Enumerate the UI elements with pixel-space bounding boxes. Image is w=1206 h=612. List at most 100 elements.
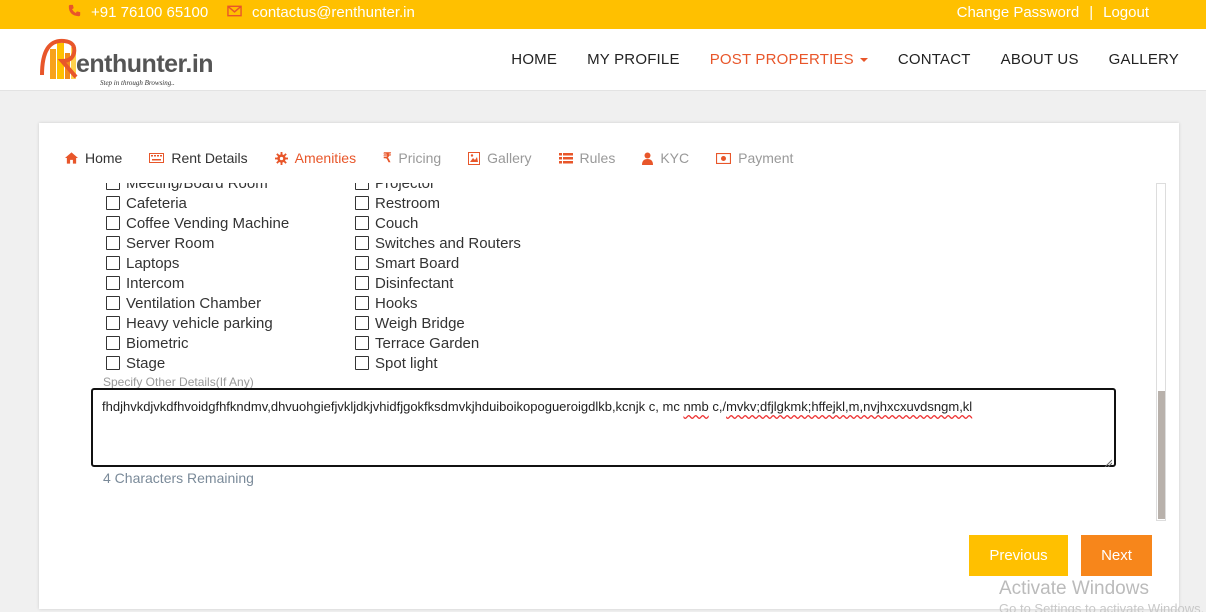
amenity-checkbox[interactable]: Server Room xyxy=(106,233,214,253)
checkbox[interactable] xyxy=(355,216,369,230)
previous-button[interactable]: Previous xyxy=(969,535,1068,576)
nav-my-profile[interactable]: MY PROFILE xyxy=(587,51,680,68)
amenity-checkbox[interactable]: Hooks xyxy=(355,293,418,313)
tab-pricing-label: Pricing xyxy=(398,150,442,166)
textarea-misspelled-word: nmb xyxy=(683,399,709,414)
checkbox[interactable] xyxy=(106,296,120,310)
amenity-checkbox[interactable]: Stage xyxy=(106,353,165,373)
phone-icon xyxy=(68,4,81,21)
amenities-scroll-panel: Meeting/Board Room Cafeteria Coffee Vend… xyxy=(51,183,1168,521)
nav-about-us[interactable]: ABOUT US xyxy=(1001,51,1079,68)
amenity-label: Disinfectant xyxy=(375,274,454,292)
checkbox[interactable] xyxy=(106,256,120,270)
checkbox[interactable] xyxy=(355,356,369,370)
amenity-label: Ventilation Chamber xyxy=(126,294,262,312)
checkbox[interactable] xyxy=(106,316,120,330)
checkbox[interactable] xyxy=(106,196,120,210)
checkbox[interactable] xyxy=(355,316,369,330)
money-icon xyxy=(716,152,732,164)
amenity-checkbox[interactable]: Ventilation Chamber xyxy=(106,293,261,313)
checkbox[interactable] xyxy=(355,276,369,290)
logout-link[interactable]: Logout xyxy=(1103,4,1149,21)
email-address[interactable]: contactus@renthunter.in xyxy=(252,4,415,21)
amenity-label: Terrace Garden xyxy=(375,334,480,352)
top-contact-bar: +91 76100 65100 contactus@renthunter.in … xyxy=(0,0,1206,29)
activate-windows-watermark: Activate Windows xyxy=(999,578,1149,599)
amenity-label: Meeting/Board Room xyxy=(126,183,268,192)
change-password-link[interactable]: Change Password xyxy=(957,4,1080,21)
checkbox[interactable] xyxy=(106,276,120,290)
nav-contact[interactable]: CONTACT xyxy=(898,51,971,68)
amenity-checkbox[interactable]: Restroom xyxy=(355,193,440,213)
nav-post-properties-label: POST PROPERTIES xyxy=(709,51,854,68)
site-header: enthunter.in Step in through Browsing.. … xyxy=(0,29,1206,91)
tab-home[interactable]: Home xyxy=(65,150,122,166)
amenity-checkbox[interactable]: Weigh Bridge xyxy=(355,313,465,333)
tab-kyc[interactable]: KYC xyxy=(642,150,689,166)
other-details-textarea[interactable]: fhdjhvkdjvkdfhvoidgfhfkndmv,dhvuohgiefjv… xyxy=(91,388,1116,468)
amenity-label: Weigh Bridge xyxy=(375,314,465,332)
amenity-checkbox[interactable]: Terrace Garden xyxy=(355,333,479,353)
amenity-label: Spot light xyxy=(375,354,438,372)
amenity-checkbox[interactable]: Projector xyxy=(355,183,435,193)
amenity-checkbox[interactable]: Smart Board xyxy=(355,253,459,273)
main-nav: HOME MY PROFILE POST PROPERTIES CONTACT … xyxy=(481,51,1179,68)
wizard-tabs: Home Rent Details Amenities ₹ Pricing Ga… xyxy=(65,150,820,166)
textarea-misspelled-text: mvkv;dfjlgkmk;hffejkl,m,nvjhxcxuvdsngm,k… xyxy=(726,399,973,414)
checkbox[interactable] xyxy=(355,296,369,310)
amenity-label: Restroom xyxy=(375,194,441,212)
checkbox[interactable] xyxy=(106,183,120,190)
envelope-icon xyxy=(227,4,242,21)
rupee-icon: ₹ xyxy=(383,150,392,165)
tab-payment[interactable]: Payment xyxy=(716,150,793,166)
keyboard-icon xyxy=(149,153,165,163)
checkbox[interactable] xyxy=(355,183,369,190)
checkbox[interactable] xyxy=(355,236,369,250)
vertical-scrollbar[interactable] xyxy=(1156,183,1166,521)
amenity-checkbox[interactable]: Coffee Vending Machine xyxy=(106,213,289,233)
resize-handle-icon[interactable] xyxy=(1104,455,1113,468)
amenity-label: Switches and Routers xyxy=(375,234,521,252)
tab-rules[interactable]: Rules xyxy=(558,150,615,166)
checkbox[interactable] xyxy=(355,196,369,210)
home-icon xyxy=(65,152,78,164)
list-icon xyxy=(558,152,573,164)
tab-gallery[interactable]: Gallery xyxy=(468,150,532,166)
gear-icon xyxy=(274,151,288,165)
nav-gallery[interactable]: GALLERY xyxy=(1109,51,1179,68)
tab-rent-details[interactable]: Rent Details xyxy=(149,150,248,166)
amenity-checkbox[interactable]: Couch xyxy=(355,213,418,233)
caret-down-icon xyxy=(859,58,868,63)
amenity-checkbox[interactable]: Spot light xyxy=(355,353,438,373)
amenity-label: Smart Board xyxy=(375,254,460,272)
amenity-label: Biometric xyxy=(126,334,189,352)
scrollbar-thumb[interactable] xyxy=(1158,391,1165,519)
amenity-checkbox[interactable]: Heavy vehicle parking xyxy=(106,313,273,333)
amenity-checkbox[interactable]: Cafeteria xyxy=(106,193,187,213)
next-button[interactable]: Next xyxy=(1081,535,1152,576)
tab-home-label: Home xyxy=(85,150,123,166)
user-icon xyxy=(642,152,654,165)
image-icon xyxy=(468,151,481,165)
tab-pricing[interactable]: ₹ Pricing xyxy=(383,150,441,166)
nav-post-properties[interactable]: POST PROPERTIES xyxy=(710,51,868,68)
textarea-text: fhdjhvkdjvkdfhvoidgfhfkndmv,dhvuohgiefjv… xyxy=(102,399,684,414)
amenity-checkbox[interactable]: Disinfectant xyxy=(355,273,453,293)
email-contact[interactable]: contactus@renthunter.in xyxy=(227,4,415,21)
tab-amenities[interactable]: Amenities xyxy=(274,150,356,166)
other-details-label: Specify Other Details(If Any) xyxy=(103,375,254,389)
amenity-checkbox[interactable]: Laptops xyxy=(106,253,179,273)
nav-home[interactable]: HOME xyxy=(511,51,557,68)
renthunter-logo[interactable]: enthunter.in Step in through Browsing.. xyxy=(40,35,230,87)
amenity-checkbox[interactable]: Biometric xyxy=(106,333,189,353)
checkbox[interactable] xyxy=(106,216,120,230)
checkbox[interactable] xyxy=(106,356,120,370)
post-property-card: Home Rent Details Amenities ₹ Pricing Ga… xyxy=(39,123,1179,609)
amenity-checkbox[interactable]: Intercom xyxy=(106,273,184,293)
amenity-checkbox[interactable]: Switches and Routers xyxy=(355,233,521,253)
checkbox[interactable] xyxy=(106,236,120,250)
checkbox[interactable] xyxy=(106,336,120,350)
checkbox[interactable] xyxy=(355,256,369,270)
amenity-checkbox[interactable]: Meeting/Board Room xyxy=(106,183,268,193)
checkbox[interactable] xyxy=(355,336,369,350)
